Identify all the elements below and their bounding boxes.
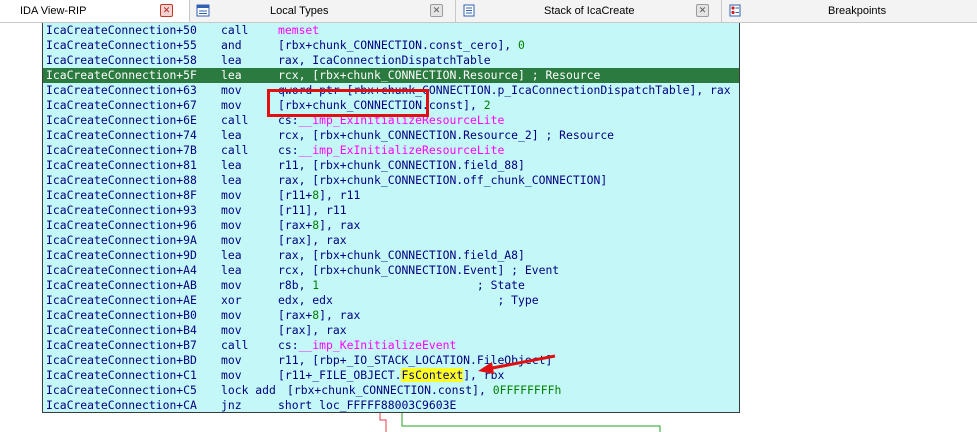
graph-edges [379, 413, 661, 432]
